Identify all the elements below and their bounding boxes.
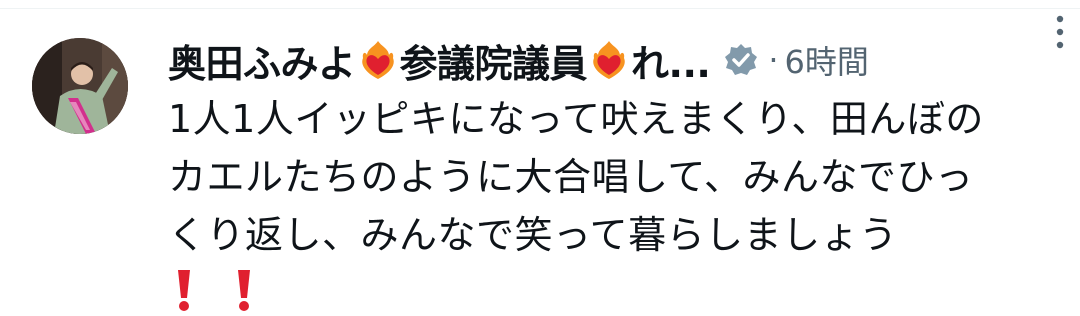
display-name-text-2: 参議院議員 bbox=[399, 41, 588, 86]
tweet-text-line: 1人1人イッピキになって吠えまくり、田んぼの bbox=[168, 97, 984, 141]
more-vertical-icon[interactable] bbox=[1054, 14, 1066, 50]
header-separator: · bbox=[768, 41, 779, 79]
top-divider bbox=[0, 8, 1080, 9]
verified-badge-icon bbox=[725, 44, 758, 75]
red-exclamation-icon bbox=[238, 270, 250, 311]
display-name-text-1: 奥田ふみよ bbox=[168, 41, 356, 86]
avatar-image bbox=[32, 38, 128, 134]
tweet-body: 奥田ふみよ 参議院議員 れ... · 6時間 1人1人イッピキになって吠えまくり… bbox=[168, 30, 1048, 316]
sparkling-heart-fire-icon bbox=[593, 41, 625, 79]
display-name-text-3: れ... bbox=[631, 41, 711, 86]
emoji-row bbox=[168, 264, 1048, 316]
sparkling-heart-fire-icon bbox=[361, 41, 394, 79]
tweet-text-line: カエルたちのように大合唱して、みんなでひっ bbox=[168, 155, 974, 199]
tweet-header: 奥田ふみよ 参議院議員 れ... · 6時間 bbox=[168, 30, 1048, 90]
avatar[interactable] bbox=[32, 38, 128, 134]
display-name[interactable]: 奥田ふみよ 参議院議員 れ... bbox=[168, 33, 711, 88]
tweet-text-line: くり返し、みんなで笑って暮らしましょう bbox=[168, 213, 898, 257]
red-exclamation-icon bbox=[178, 270, 190, 311]
timestamp[interactable]: 6時間 bbox=[785, 37, 869, 83]
tweet-text: 1人1人イッピキになって吠えまくり、田んぼの カエルたちのように大合唱して、みん… bbox=[168, 90, 1048, 264]
